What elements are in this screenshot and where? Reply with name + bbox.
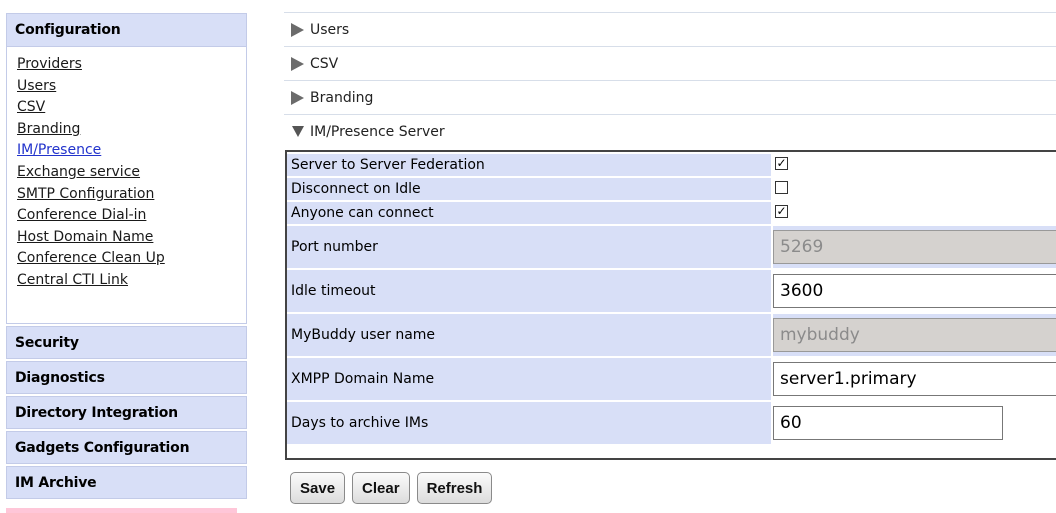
disconnect-idle-checkbox[interactable] [775,181,788,194]
configuration-header[interactable]: Configuration [6,13,247,47]
days-archive-input[interactable]: 60 [773,406,1003,440]
form-row-xmpp-domain: XMPP Domain Name server1.primary [287,358,1056,400]
field-label: Anyone can connect [287,202,771,224]
sidebar-sections: Security Diagnostics Directory Integrati… [6,326,247,499]
nav-central-cti-link[interactable]: Central CTI Link [17,270,246,292]
nav-im-presence[interactable]: IM/Presence [17,140,246,162]
field-label: Idle timeout [287,270,771,312]
accordion: Users CSV Branding IM/Presence Server [284,12,1056,148]
sidebar-bottom-bar [6,508,237,513]
nav-exchange-service[interactable]: Exchange service [17,162,246,184]
field-value: 3600 [773,270,1056,312]
form-row-days-archive: Days to archive IMs 60 [287,402,1056,444]
mybuddy-input: mybuddy [773,318,1056,352]
field-value: ✓ [773,202,1056,224]
field-label: Days to archive IMs [287,402,771,444]
xmpp-domain-input[interactable]: server1.primary [773,362,1056,396]
nav-users[interactable]: Users [17,76,246,98]
section-gadgets-configuration[interactable]: Gadgets Configuration [6,431,247,464]
nav-csv[interactable]: CSV [17,97,246,119]
clear-button[interactable]: Clear [352,472,410,504]
section-diagnostics[interactable]: Diagnostics [6,361,247,394]
form-row-mybuddy: MyBuddy user name mybuddy [287,314,1056,356]
sidebar: Configuration Providers Users CSV Brandi… [6,13,247,499]
server-federation-checkbox[interactable]: ✓ [775,157,788,170]
accordion-label: Branding [310,89,374,106]
field-value: ✓ [773,154,1056,176]
form-row-server-federation: Server to Server Federation ✓ [287,154,1056,176]
accordion-label: CSV [310,55,339,72]
configuration-nav-list: Providers Users CSV Branding IM/Presence… [6,47,247,324]
nav-conference-dial-in[interactable]: Conference Dial-in [17,205,246,227]
form-row-idle-timeout: Idle timeout 3600 [287,270,1056,312]
idle-timeout-input[interactable]: 3600 [773,274,1056,308]
form-row-port-number: Port number 5269 [287,226,1056,268]
field-label: MyBuddy user name [287,314,771,356]
refresh-button[interactable]: Refresh [416,472,493,504]
port-number-input: 5269 [773,230,1056,264]
accordion-csv[interactable]: CSV [284,46,1056,80]
field-value [773,178,1056,200]
accordion-branding[interactable]: Branding [284,80,1056,114]
nav-conference-clean-up[interactable]: Conference Clean Up [17,248,246,270]
nav-branding[interactable]: Branding [17,119,246,141]
field-label: Port number [287,226,771,268]
im-presence-form: Server to Server Federation ✓ Disconnect… [285,150,1056,460]
field-label: Server to Server Federation [287,154,771,176]
section-directory-integration[interactable]: Directory Integration [6,396,247,429]
field-value: 5269 [773,226,1056,268]
accordion-label: IM/Presence Server [310,123,445,140]
form-row-anyone-connect: Anyone can connect ✓ [287,202,1056,224]
form-buttons: Save Clear Refresh [290,472,493,504]
save-button[interactable]: Save [290,472,346,504]
form-row-disconnect-idle: Disconnect on Idle [287,178,1056,200]
accordion-label: Users [310,21,350,38]
field-value: server1.primary [773,358,1056,400]
anyone-connect-checkbox[interactable]: ✓ [775,205,788,218]
expand-arrow-icon [291,56,304,71]
nav-smtp-configuration[interactable]: SMTP Configuration [17,184,246,206]
accordion-users[interactable]: Users [284,12,1056,46]
field-value: mybuddy [773,314,1056,356]
nav-host-domain-name[interactable]: Host Domain Name [17,227,246,249]
field-label: Disconnect on Idle [287,178,771,200]
field-label: XMPP Domain Name [287,358,771,400]
expand-arrow-icon [291,90,304,105]
accordion-im-presence-server[interactable]: IM/Presence Server [284,114,1056,148]
expand-arrow-icon [291,22,304,37]
section-im-archive[interactable]: IM Archive [6,466,247,499]
section-security[interactable]: Security [6,326,247,359]
field-value: 60 [773,402,1056,444]
nav-providers[interactable]: Providers [17,54,246,76]
collapse-arrow-icon [292,126,304,137]
